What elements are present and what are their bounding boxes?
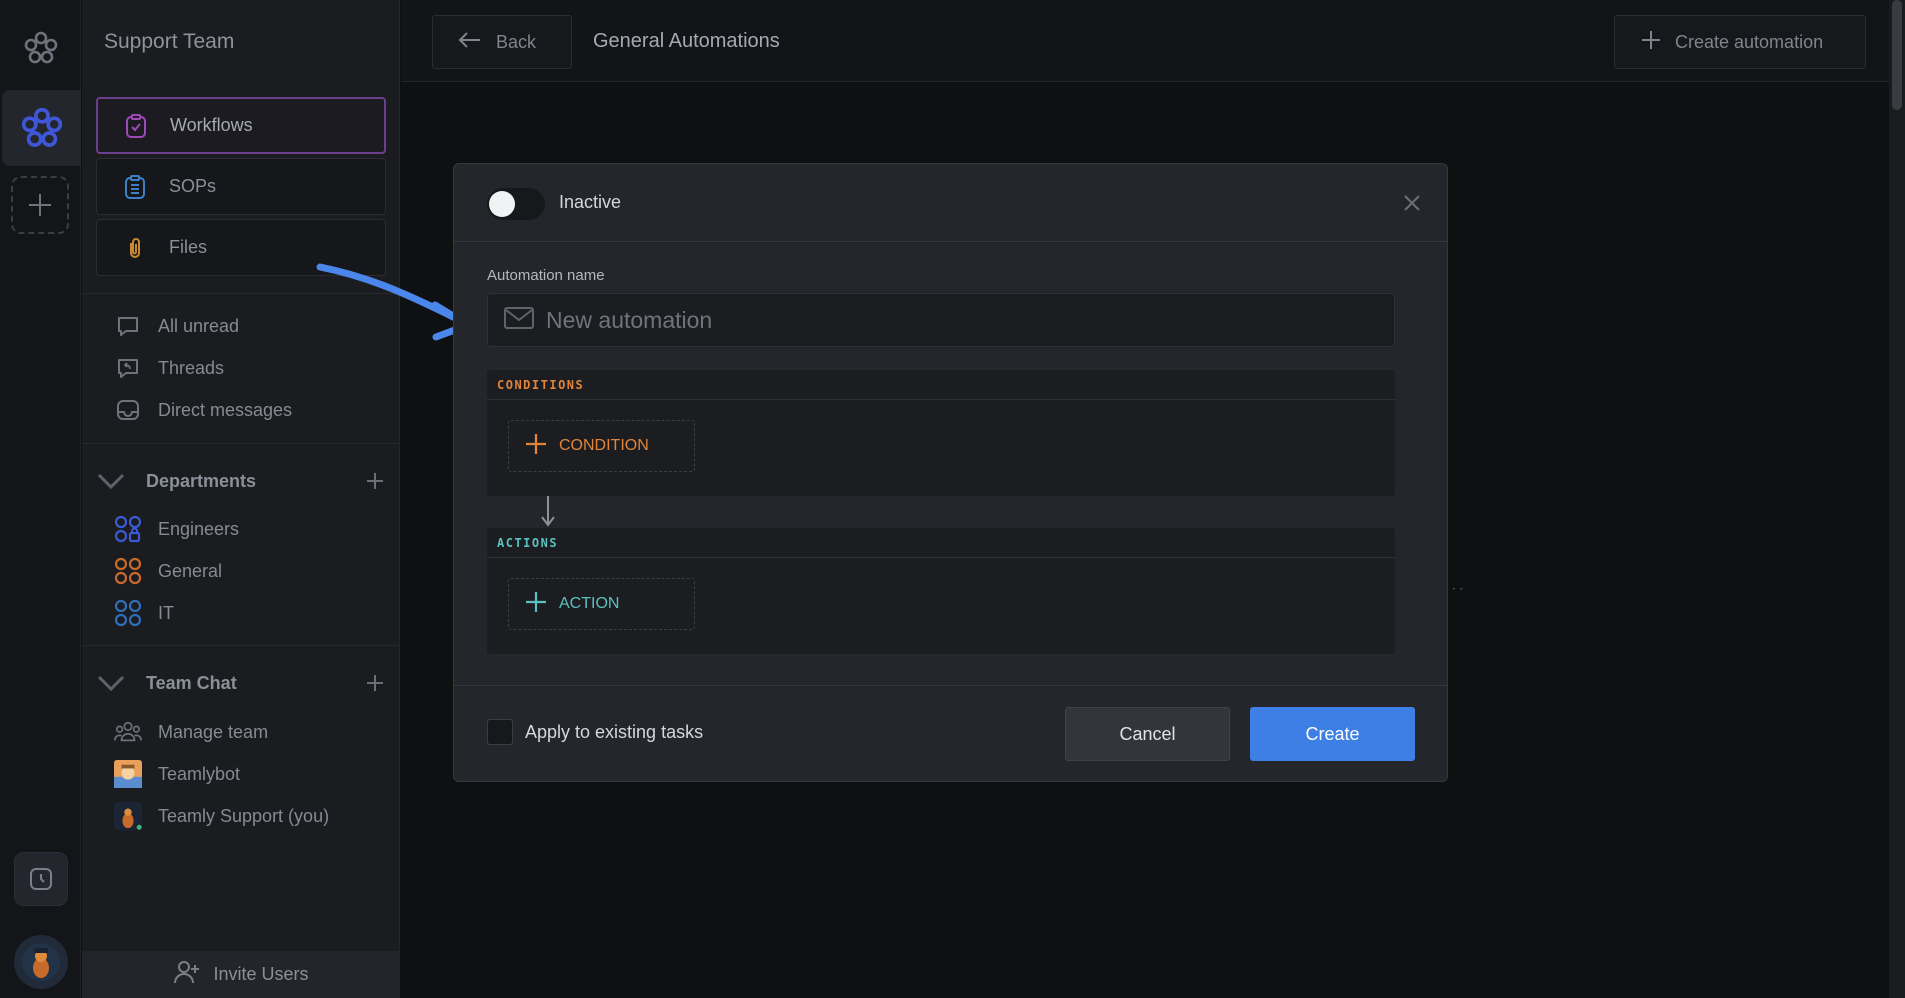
nav-workflows-label: Workflows	[170, 115, 253, 135]
sidebar-item-teamlybot[interactable]: Teamlybot	[114, 757, 240, 791]
clipboard-list-icon	[121, 173, 149, 201]
page-title: General Automations	[593, 30, 780, 52]
create-automation-button[interactable]: Create automation	[1614, 15, 1866, 69]
clipboard-check-icon	[122, 112, 150, 140]
sidebar-divider	[82, 645, 400, 646]
create-automation-label: Create automation	[1675, 31, 1824, 52]
sidebar-item-label: Teamlybot	[158, 763, 241, 784]
nav-workflows[interactable]: Workflows	[96, 97, 386, 154]
sidebar: Support Team Workflows SOPs Files All un…	[82, 0, 400, 998]
clock-icon[interactable]	[14, 852, 68, 906]
chat-bubble-icon	[114, 312, 142, 340]
sidebar-item-all-unread[interactable]: All unread	[114, 309, 239, 343]
user-profile-avatar[interactable]	[14, 935, 68, 989]
apply-existing-option[interactable]: Apply to existing tasks	[487, 719, 703, 745]
add-chat-icon[interactable]	[366, 668, 386, 699]
bot-avatar	[114, 760, 142, 788]
add-action-label: ACTION	[559, 595, 620, 612]
chevron-down-icon	[96, 673, 126, 693]
add-department-icon[interactable]	[366, 466, 386, 497]
plus-icon	[525, 433, 547, 460]
conditions-title: CONDITIONS	[487, 370, 1395, 400]
plus-icon	[525, 591, 547, 618]
toggle-knob	[489, 191, 515, 217]
sidebar-item-label: Manage team	[158, 721, 269, 742]
automation-name-input[interactable]	[546, 306, 1346, 334]
user-avatar	[114, 802, 142, 831]
sidebar-divider	[82, 443, 400, 444]
automation-name-label: Automation name	[487, 267, 605, 284]
back-button[interactable]: Back	[432, 15, 572, 69]
modal-footer-divider	[454, 685, 1447, 686]
sidebar-item-manage-team[interactable]: Manage team	[114, 715, 268, 749]
team-chat-header[interactable]: Team Chat	[96, 666, 386, 700]
sidebar-item-direct-messages[interactable]: Direct messages	[114, 393, 292, 427]
apply-existing-checkbox[interactable]	[487, 719, 513, 745]
add-user-icon	[173, 959, 201, 990]
apply-existing-label: Apply to existing tasks	[525, 721, 704, 742]
close-icon[interactable]	[1403, 194, 1421, 212]
inbox-icon	[114, 396, 142, 424]
conditions-section: CONDITIONS CONDITION	[487, 370, 1395, 496]
modal-header: Inactive	[454, 164, 1447, 242]
sidebar-item-label: All unread	[158, 315, 240, 336]
team-icon	[114, 718, 142, 746]
sidebar-item-teamly-support[interactable]: Teamly Support (you)	[114, 799, 329, 833]
add-condition-button[interactable]: CONDITION	[508, 420, 695, 472]
plus-icon	[1641, 30, 1661, 55]
department-grid-icon	[114, 515, 142, 543]
flow-arrow-icon	[541, 496, 555, 527]
arrow-left-icon	[458, 31, 482, 54]
create-automation-modal: Inactive Automation name CONDITIONS COND…	[453, 163, 1448, 782]
page-scrollbar[interactable]	[1889, 0, 1905, 998]
team-chat-title: Team Chat	[146, 672, 237, 693]
envelope-icon	[504, 306, 534, 334]
workspace-support-team-icon[interactable]	[2, 90, 81, 166]
sidebar-item-it[interactable]: IT	[114, 596, 174, 630]
top-bar: Back General Automations Create automati…	[401, 0, 1905, 82]
sidebar-item-label: Engineers	[158, 518, 240, 539]
actions-section: ACTIONS ACTION	[487, 528, 1395, 654]
sidebar-item-label: Teamly Support (you)	[158, 805, 330, 826]
actions-title: ACTIONS	[487, 528, 1395, 558]
sidebar-item-label: IT	[158, 602, 174, 623]
sidebar-item-label: Direct messages	[158, 399, 293, 420]
sidebar-item-engineers[interactable]: Engineers	[114, 512, 239, 546]
sidebar-item-general[interactable]: General	[114, 554, 222, 588]
back-label: Back	[496, 31, 537, 52]
sidebar-item-label: General	[158, 560, 223, 581]
automation-name-field[interactable]	[487, 293, 1395, 347]
departments-title: Departments	[146, 470, 257, 491]
thread-reply-icon	[114, 354, 142, 382]
sidebar-item-threads[interactable]: Threads	[114, 351, 224, 385]
nav-sops[interactable]: SOPs	[96, 158, 386, 215]
sidebar-item-label: Threads	[158, 357, 225, 378]
create-button[interactable]: Create	[1250, 707, 1415, 761]
paperclip-icon	[121, 234, 149, 262]
nav-sops-label: SOPs	[169, 176, 217, 196]
invite-users-label: Invite Users	[213, 964, 309, 984]
add-workspace-icon[interactable]	[11, 176, 69, 234]
active-toggle[interactable]	[487, 188, 545, 220]
add-action-button[interactable]: ACTION	[508, 578, 695, 630]
department-grid-icon	[114, 557, 142, 585]
team-name: Support Team	[104, 30, 235, 53]
workspace-rail	[0, 0, 81, 998]
department-grid-icon	[114, 599, 142, 627]
cancel-button[interactable]: Cancel	[1065, 707, 1230, 761]
chevron-down-icon	[96, 471, 126, 491]
invite-users-button[interactable]: Invite Users	[82, 951, 400, 998]
add-condition-label: CONDITION	[559, 437, 649, 454]
app-logo-icon[interactable]	[11, 18, 70, 77]
departments-header[interactable]: Departments	[96, 464, 386, 498]
status-label: Inactive	[559, 192, 622, 212]
scrollbar-thumb[interactable]	[1892, 0, 1902, 110]
nav-files-label: Files	[169, 237, 208, 257]
